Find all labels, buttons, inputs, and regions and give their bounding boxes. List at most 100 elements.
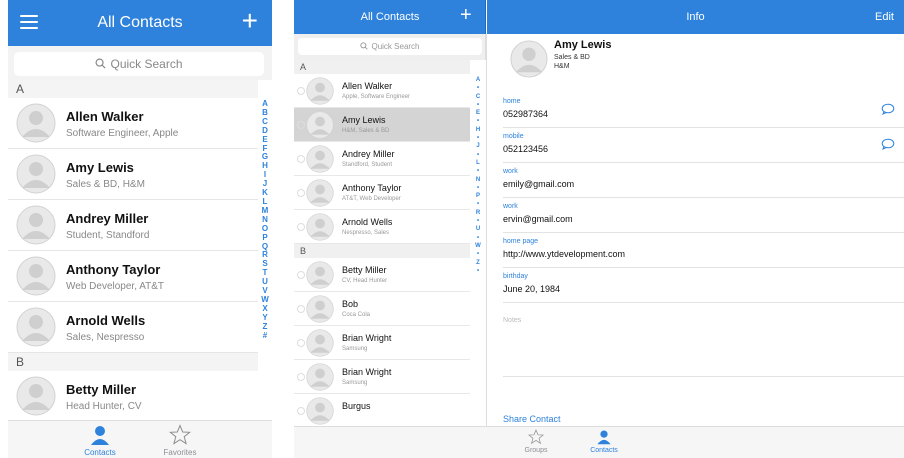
share-contact-button[interactable]: Share Contact: [503, 414, 561, 424]
contact-row[interactable]: Brian Wright Samsung: [294, 326, 470, 360]
message-bubble-icon[interactable]: [881, 137, 895, 150]
index-letter[interactable]: •: [471, 184, 485, 192]
notes-field[interactable]: Notes: [503, 311, 904, 377]
contact-detail-pane: Amy Lewis Sales & BD H&M home 052987364 mo…: [487, 34, 904, 426]
contact-field[interactable]: work emily@gmail.com: [503, 164, 904, 198]
index-letter[interactable]: C: [471, 93, 485, 101]
contact-subtitle: Nespresso, Sales: [342, 230, 390, 236]
quick-search-input[interactable]: Quick Search: [14, 52, 264, 76]
selection-circle-icon[interactable]: [297, 339, 305, 347]
contact-subtitle: Samsung: [342, 380, 368, 386]
index-letter[interactable]: •: [471, 200, 485, 208]
index-letter[interactable]: •: [471, 250, 485, 258]
index-letter[interactable]: P: [471, 192, 485, 200]
contact-name: Amy Lewis: [342, 115, 386, 125]
contact-field[interactable]: birthday June 20, 1984: [503, 269, 904, 303]
index-letter[interactable]: •: [471, 151, 485, 159]
selection-circle-icon[interactable]: [297, 189, 305, 197]
contact-row[interactable]: Amy Lewis Sales & BD, H&M: [8, 149, 258, 200]
avatar-placeholder-icon: [510, 40, 548, 78]
index-letter[interactable]: •: [471, 101, 485, 109]
selection-circle-icon[interactable]: [297, 373, 305, 381]
contact-row[interactable]: Andrey Miller Standford, Student: [294, 142, 470, 176]
contact-row[interactable]: Arnold Wells Sales, Nespresso: [8, 302, 258, 353]
selection-circle-icon[interactable]: [297, 155, 305, 163]
selection-circle-icon[interactable]: [297, 121, 305, 129]
contact-avatar: [306, 179, 334, 207]
index-letter[interactable]: R: [471, 209, 485, 217]
tablet-alphabet-index[interactable]: A • C • E • H • J • L • N • P • R • U • W • Z •: [471, 76, 485, 275]
tablet-add-contact-button[interactable]: +: [460, 4, 472, 26]
selection-circle-icon[interactable]: [297, 407, 305, 415]
index-letter[interactable]: •: [471, 267, 485, 275]
phone-navbar: All Contacts +: [8, 0, 272, 46]
index-letter[interactable]: •: [471, 167, 485, 175]
index-letter[interactable]: •: [471, 84, 485, 92]
contact-avatar: [306, 145, 334, 173]
contact-subtitle: Samsung: [342, 346, 368, 352]
contact-subtitle: H&M, Sales & BD: [342, 128, 390, 134]
contact-row[interactable]: Anthony Taylor Web Developer, AT&T: [8, 251, 258, 302]
index-letter[interactable]: U: [471, 225, 485, 233]
contact-row[interactable]: Burgus: [294, 394, 470, 428]
tab-groups[interactable]: Groups: [506, 427, 566, 458]
selection-circle-icon[interactable]: [297, 87, 305, 95]
tablet-quick-search-input[interactable]: Quick Search: [298, 38, 482, 55]
index-letter[interactable]: J: [471, 142, 485, 150]
index-letter[interactable]: E: [471, 109, 485, 117]
selection-circle-icon[interactable]: [297, 305, 305, 313]
selection-circle-icon[interactable]: [297, 223, 305, 231]
message-bubble-icon[interactable]: [881, 102, 895, 115]
index-letter[interactable]: •: [471, 234, 485, 242]
phone-alphabet-index[interactable]: A B C D E F G H I J K L M N O P Q R S T U V W X Y Z #: [258, 99, 272, 341]
contact-name: Allen Walker: [66, 109, 144, 124]
field-value: ervin@gmail.com: [503, 214, 573, 224]
contact-field[interactable]: work ervin@gmail.com: [503, 199, 904, 233]
contact-row[interactable]: Betty Miller CV, Head Hunter: [294, 258, 470, 292]
selection-circle-icon[interactable]: [297, 271, 305, 279]
tab-label: Contacts: [84, 448, 116, 457]
contact-avatar: [306, 213, 334, 241]
search-icon: [360, 42, 369, 50]
contact-subtitle: Web Developer, AT&T: [66, 281, 165, 292]
tab-contacts[interactable]: Contacts: [574, 427, 634, 458]
index-letter[interactable]: L: [471, 159, 485, 167]
index-letter[interactable]: •: [471, 217, 485, 225]
tab-favorites[interactable]: Favorites: [140, 421, 220, 458]
contact-row[interactable]: Arnold Wells Nespresso, Sales: [294, 210, 470, 244]
index-letter[interactable]: H: [471, 126, 485, 134]
field-value: http://www.ytdevelopment.com: [503, 249, 626, 259]
contact-row[interactable]: Allen Walker Software Engineer, Apple: [8, 98, 258, 149]
contact-name: Arnold Wells: [342, 217, 393, 227]
contact-row[interactable]: Bob Coca Cola: [294, 292, 470, 326]
index-letter[interactable]: Z: [471, 259, 485, 267]
index-letter[interactable]: A: [471, 76, 485, 84]
contact-row[interactable]: Andrey Miller Student, Standford: [8, 200, 258, 251]
contact-company: H&M: [554, 63, 570, 70]
contact-field[interactable]: mobile 052123456: [503, 129, 904, 163]
avatar-placeholder-icon: [306, 179, 334, 207]
field-value: emily@gmail.com: [503, 179, 575, 189]
contact-row[interactable]: Allen Walker Apple, Software Engineer: [294, 74, 470, 108]
notes-label: Notes: [503, 317, 522, 324]
contact-row[interactable]: Anthony Taylor AT&T, Web Developer: [294, 176, 470, 210]
contact-field[interactable]: home page http://www.ytdevelopment.com: [503, 234, 904, 268]
add-contact-button[interactable]: +: [242, 6, 258, 36]
index-letter[interactable]: N: [471, 176, 485, 184]
tab-label: Contacts: [590, 447, 618, 454]
contact-row[interactable]: Amy Lewis H&M, Sales & BD: [294, 108, 470, 142]
field-label: birthday: [503, 273, 528, 280]
field-label: home: [503, 98, 521, 105]
index-letter[interactable]: •: [471, 134, 485, 142]
index-letter[interactable]: W: [471, 242, 485, 250]
contact-field[interactable]: home 052987364: [503, 94, 904, 128]
avatar-placeholder-icon: [16, 256, 56, 296]
edit-button[interactable]: Edit: [875, 0, 894, 34]
tab-contacts[interactable]: Contacts: [60, 421, 140, 458]
index-letter[interactable]: #: [258, 331, 272, 341]
contact-subtitle: Coca Cola: [342, 312, 371, 318]
index-letter[interactable]: •: [471, 117, 485, 125]
hamburger-menu-icon[interactable]: [20, 15, 38, 29]
contact-row[interactable]: Betty Miller Head Hunter, CV: [8, 371, 258, 422]
contact-row[interactable]: Brian Wright Samsung: [294, 360, 470, 394]
